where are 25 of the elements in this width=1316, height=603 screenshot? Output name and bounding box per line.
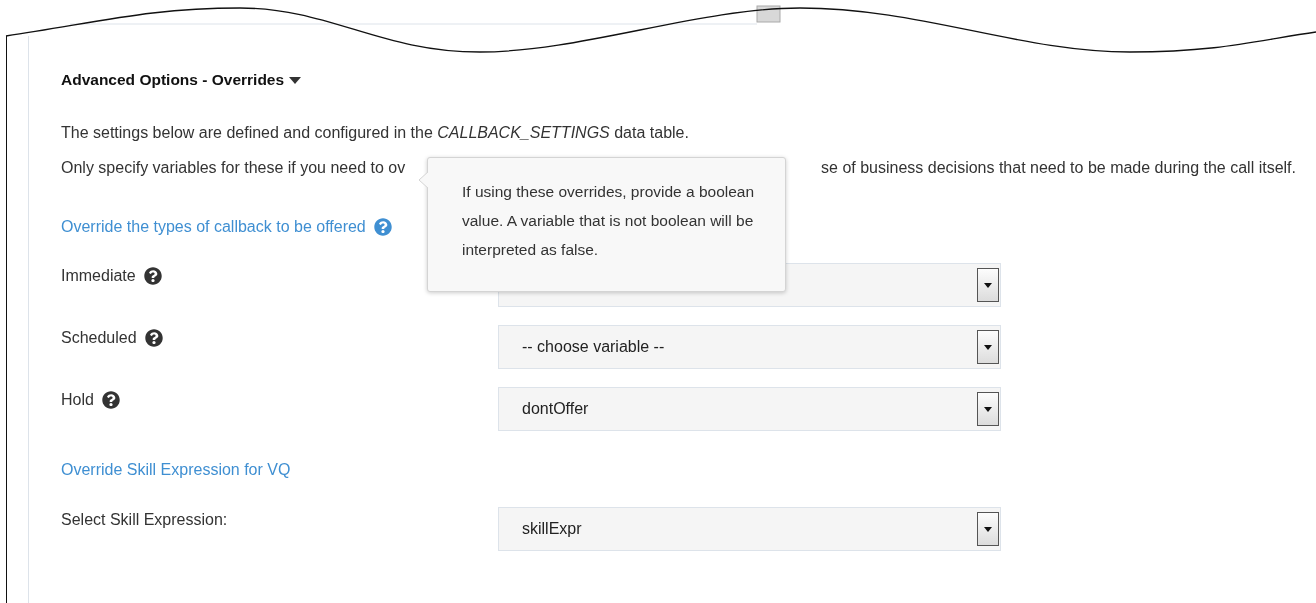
help-icon[interactable] xyxy=(144,329,163,347)
dropdown-button[interactable] xyxy=(977,268,999,302)
field-label: Select Skill Expression: xyxy=(61,510,228,530)
field-label: Scheduled xyxy=(61,328,137,348)
select-field[interactable]: -- choose variable -- xyxy=(498,325,1001,369)
field-label: Immediate xyxy=(61,266,136,286)
description-text: se of business decisions that need to be made during the call itself. xyxy=(821,158,1296,178)
help-icon[interactable] xyxy=(101,391,120,409)
dropdown-button[interactable] xyxy=(977,512,999,546)
description-text: The settings below are defined and configured in the CALLBACK_SETTINGS data table. xyxy=(61,123,690,143)
section-title: Override the types of callback to be offered xyxy=(61,217,366,237)
tooltip-text: If using these overrides, provide a boolean value. A variable that is not boolean will be interpreted as false. xyxy=(462,182,756,260)
select-field[interactable]: dontOffer xyxy=(498,387,1001,431)
caret-icon xyxy=(984,406,992,412)
field-label: Hold xyxy=(61,390,94,410)
caret-icon xyxy=(984,282,992,288)
description-text: Only specify variables for these if you need to ov xyxy=(61,158,406,178)
section-title: Override Skill Expression for VQ xyxy=(61,460,291,480)
select-field[interactable]: skillExpr xyxy=(498,507,1001,551)
help-icon[interactable] xyxy=(143,267,162,285)
caret-icon xyxy=(984,344,992,350)
dropdown-button[interactable] xyxy=(977,392,999,426)
caret-icon xyxy=(984,526,992,532)
dropdown-button[interactable] xyxy=(977,330,999,364)
section-heading[interactable]: Advanced Options - Overrides xyxy=(61,70,1296,90)
